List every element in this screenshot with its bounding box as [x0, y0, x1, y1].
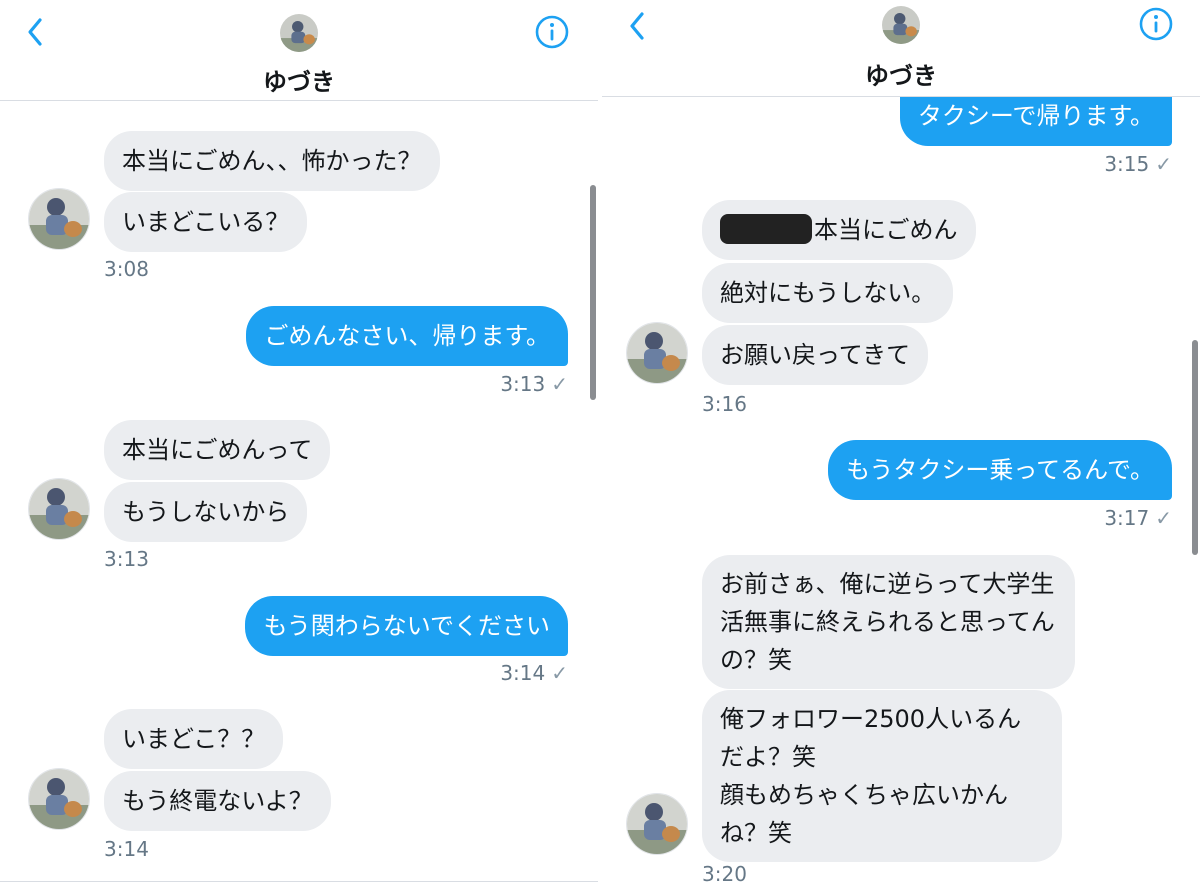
- info-button[interactable]: [534, 14, 570, 50]
- message-bubble-incoming[interactable]: 本当にごめん、、怖かった？: [104, 131, 440, 191]
- scrollbar[interactable]: [1192, 340, 1198, 555]
- message-bubble-incoming[interactable]: お前さぁ、俺に逆らって大学生活無事に終えられると思ってんの？笑: [702, 555, 1075, 689]
- sender-avatar[interactable]: [626, 793, 688, 855]
- checkmark-icon: ✓: [551, 372, 568, 396]
- back-button[interactable]: [22, 14, 50, 50]
- chevron-left-icon: [28, 18, 42, 46]
- info-circle-icon: [535, 15, 569, 49]
- dm-screen-right: ゆづき タクシーで帰ります。 3:15 ✓ 本当にごめん 絶対にもうしない。 お願…: [602, 0, 1200, 896]
- message-bubble-incoming[interactable]: 俺フォロワー2500人いるんだよ？笑 顔もめちゃくちゃ広いかんね？笑: [702, 690, 1062, 862]
- header-avatar[interactable]: [882, 6, 920, 44]
- time-text: 3:14: [500, 661, 546, 685]
- timestamp: 3:15 ✓: [1104, 152, 1172, 176]
- checkmark-icon: ✓: [1155, 152, 1172, 176]
- message-bubble-incoming[interactable]: もうしないから: [104, 482, 308, 542]
- message-text: 本当にごめん: [814, 216, 958, 244]
- sender-avatar[interactable]: [28, 768, 90, 830]
- composer-edge: [0, 881, 598, 896]
- message-bubble-incoming[interactable]: 本当にごめん: [702, 200, 976, 260]
- contact-name: ゆづき: [865, 62, 937, 90]
- dm-screen-left: ゆづき 本当にごめん、、怖かった？ いまどこいる？ 3:08 ごめんなさい、帰り…: [0, 0, 598, 896]
- checkmark-icon: ✓: [1155, 506, 1172, 530]
- timestamp: 3:08: [104, 257, 149, 281]
- message-bubble-outgoing[interactable]: ごめんなさい、帰ります。: [246, 306, 568, 366]
- timestamp: 3:16: [702, 392, 747, 416]
- conversation-header: ゆづき: [0, 0, 598, 101]
- info-button[interactable]: [1138, 6, 1174, 42]
- time-text: 3:17: [1104, 506, 1150, 530]
- scrollbar[interactable]: [590, 185, 596, 400]
- info-circle-icon: [1139, 7, 1173, 41]
- sender-avatar[interactable]: [28, 478, 90, 540]
- checkmark-icon: ✓: [551, 661, 568, 685]
- back-button[interactable]: [624, 8, 652, 44]
- message-bubble-incoming[interactable]: 本当にごめんって: [104, 420, 331, 480]
- message-bubble-outgoing[interactable]: もうタクシー乗ってるんで。: [828, 440, 1172, 500]
- message-bubble-incoming[interactable]: いまどこいる？: [104, 192, 308, 252]
- timestamp: 3:20: [702, 862, 747, 886]
- redaction-block: [720, 214, 812, 244]
- timestamp: 3:13 ✓: [500, 372, 568, 396]
- timestamp: 3:14 ✓: [500, 661, 568, 685]
- timestamp: 3:14: [104, 837, 149, 861]
- message-bubble-incoming[interactable]: いまどこ？？: [104, 709, 284, 769]
- sender-avatar[interactable]: [626, 322, 688, 384]
- contact-name: ゆづき: [263, 68, 335, 96]
- time-text: 3:13: [500, 372, 546, 396]
- timestamp: 3:13: [104, 547, 149, 571]
- chevron-left-icon: [630, 12, 644, 40]
- header-avatar[interactable]: [280, 14, 318, 52]
- message-bubble-incoming[interactable]: 絶対にもうしない。: [702, 263, 954, 323]
- time-text: 3:15: [1104, 152, 1150, 176]
- sender-avatar[interactable]: [28, 188, 90, 250]
- message-bubble-outgoing[interactable]: もう関わらないでください: [245, 596, 568, 656]
- conversation-header: ゆづき: [602, 0, 1200, 97]
- message-bubble-incoming[interactable]: もう終電ないよ？: [104, 771, 331, 831]
- message-bubble-incoming[interactable]: お願い戻ってきて: [702, 325, 929, 385]
- timestamp: 3:17 ✓: [1104, 506, 1172, 530]
